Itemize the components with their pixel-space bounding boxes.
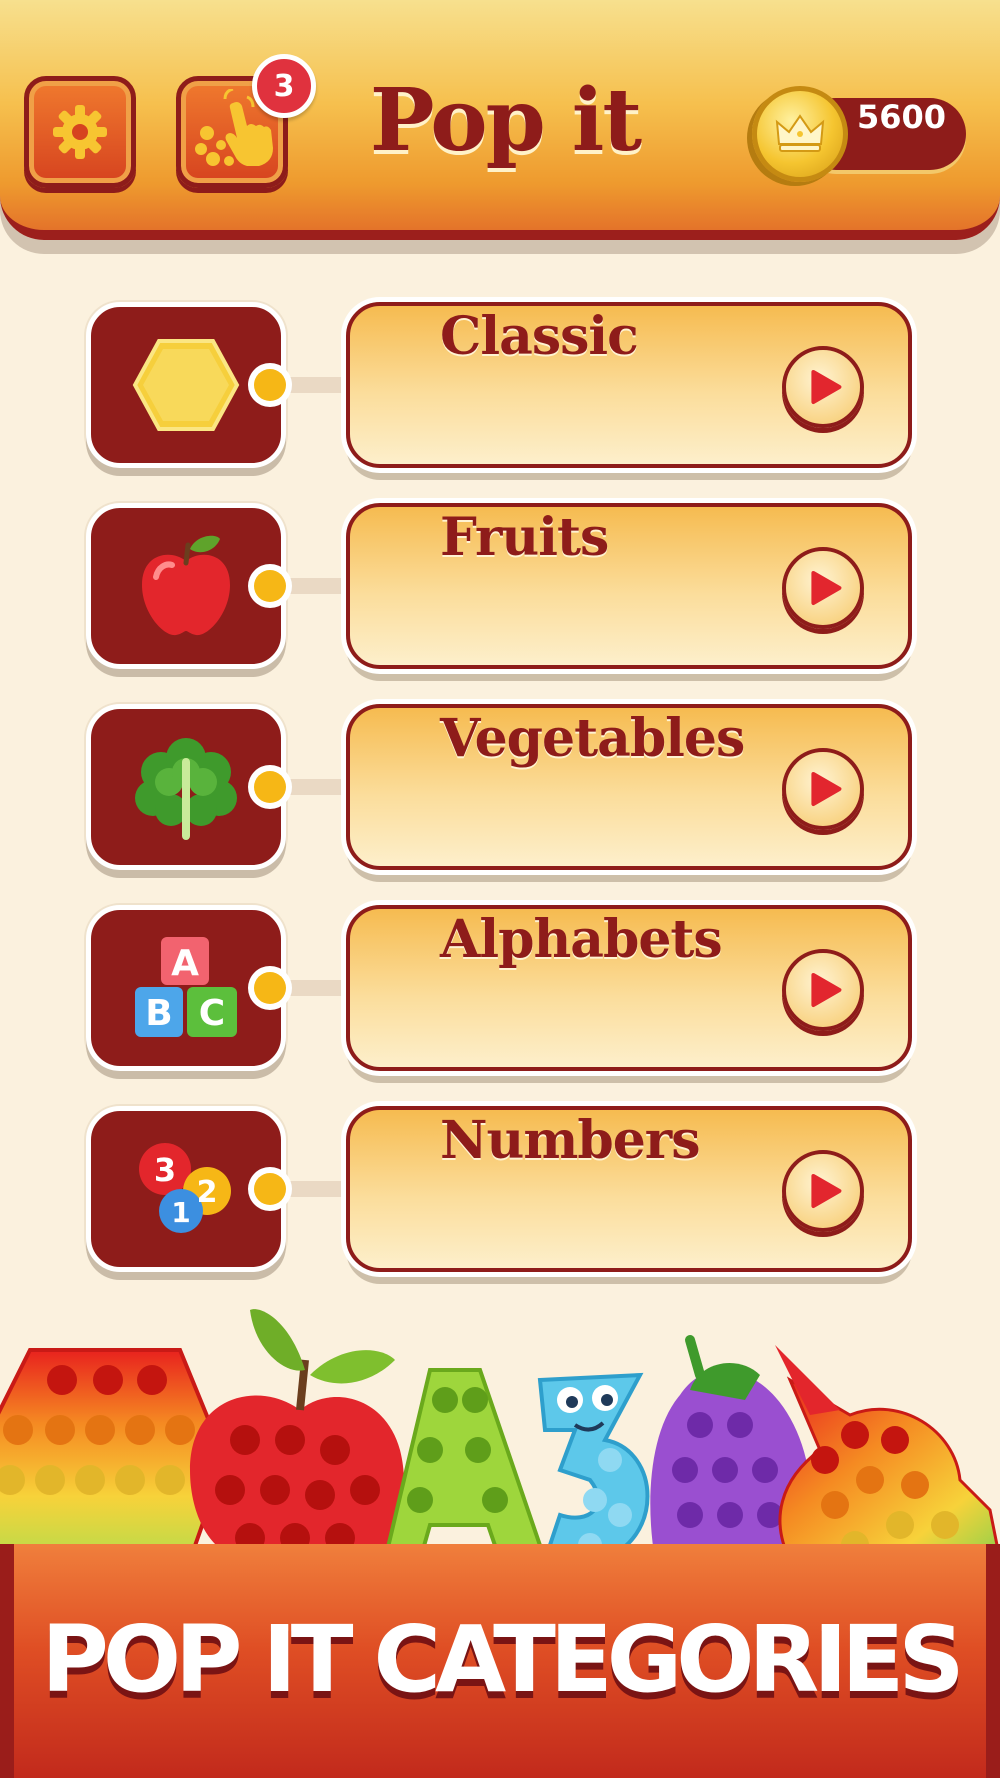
category-card[interactable]: Classic — [346, 302, 912, 468]
number-bubbles-icon: 3 2 1 — [139, 1143, 231, 1233]
pop-it-toys-illustration — [0, 1309, 1000, 1560]
settings-button[interactable] — [24, 76, 136, 188]
svg-text:3: 3 — [154, 1151, 176, 1189]
game-title: Pop it — [369, 70, 642, 171]
play-button[interactable] — [782, 748, 864, 830]
bottom-banner: POP IT CATEGORIES — [0, 1544, 1000, 1778]
banner-title: POP IT CATEGORIES — [41, 1606, 964, 1713]
crown-coin-icon — [752, 86, 848, 182]
category-card[interactable]: Vegetables — [346, 704, 912, 870]
lettuce-icon — [135, 738, 237, 840]
gear-icon — [53, 105, 107, 159]
abc-blocks-icon: A B C — [135, 937, 237, 1037]
hexagon-icon — [132, 339, 240, 431]
play-button[interactable] — [782, 547, 864, 629]
category-row-classic[interactable]: Classic — [86, 302, 918, 474]
play-icon — [811, 973, 842, 1007]
play-button[interactable] — [782, 346, 864, 428]
svg-text:1: 1 — [171, 1196, 190, 1229]
svg-text:B: B — [145, 993, 172, 1034]
top-bar: 3 Pop it 5600 — [0, 0, 1000, 240]
category-label: Alphabets — [440, 909, 723, 970]
hint-count-badge: 3 — [252, 54, 316, 118]
svg-text:A: A — [171, 943, 199, 984]
play-icon — [811, 772, 842, 806]
play-icon — [811, 370, 842, 404]
category-row-alphabets[interactable]: A B C Alphabets — [86, 905, 918, 1077]
category-card[interactable]: Numbers — [346, 1106, 912, 1272]
category-label: Fruits — [440, 507, 609, 568]
category-label: Vegetables — [440, 708, 745, 769]
svg-text:2: 2 — [197, 1175, 218, 1210]
category-row-fruits[interactable]: Fruits — [86, 503, 918, 675]
category-row-numbers[interactable]: 3 2 1 Numbers — [86, 1106, 918, 1278]
play-button[interactable] — [782, 1150, 864, 1232]
play-icon — [811, 1174, 842, 1208]
category-label: Numbers — [440, 1110, 700, 1171]
category-card[interactable]: Alphabets — [346, 905, 912, 1071]
svg-text:C: C — [199, 993, 225, 1034]
play-button[interactable] — [782, 949, 864, 1031]
category-card[interactable]: Fruits — [346, 503, 912, 669]
category-row-vegetables[interactable]: Vegetables — [86, 704, 918, 876]
apple-icon — [142, 535, 230, 636]
play-icon — [811, 571, 842, 605]
coin-count: 5600 — [856, 98, 946, 136]
category-label: Classic — [440, 306, 639, 367]
